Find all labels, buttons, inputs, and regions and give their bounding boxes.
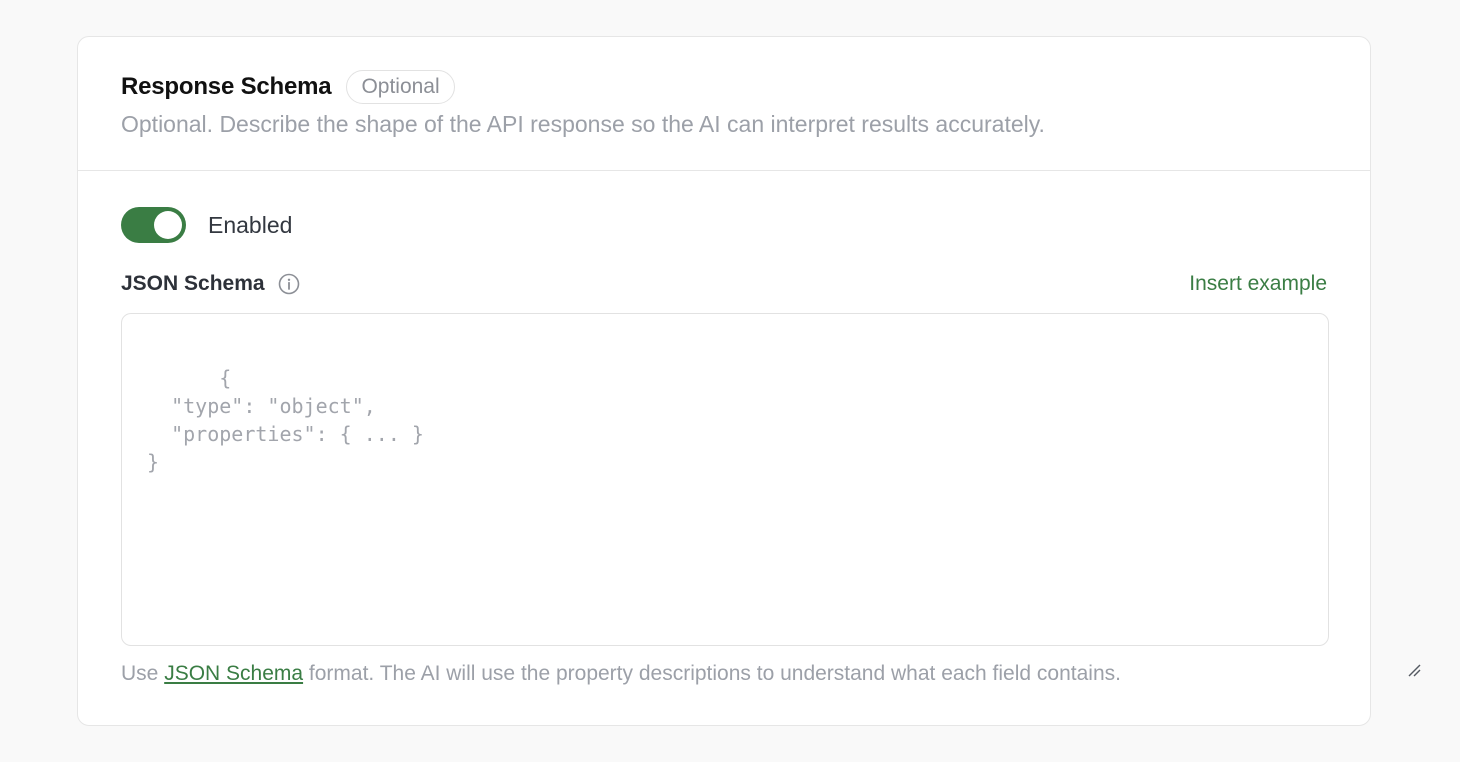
enabled-toggle[interactable] bbox=[121, 207, 186, 243]
helper-text: Use JSON Schema format. The AI will use … bbox=[121, 662, 1327, 686]
schema-label-group: JSON Schema bbox=[121, 272, 300, 296]
card-body: Enabled JSON Schema Insert example { "ty… bbox=[78, 171, 1421, 686]
helper-prefix: Use bbox=[121, 662, 165, 685]
title-row: Response Schema Optional bbox=[121, 69, 1370, 105]
enabled-label: Enabled bbox=[208, 211, 293, 238]
json-schema-textarea[interactable]: { "type": "object", "properties": { ... … bbox=[121, 313, 1421, 677]
enabled-toggle-row: Enabled bbox=[121, 207, 1327, 243]
schema-label-row: JSON Schema Insert example bbox=[121, 269, 1327, 299]
card-header: Response Schema Optional Optional. Descr… bbox=[78, 37, 1370, 171]
insert-example-link[interactable]: Insert example bbox=[1189, 272, 1327, 296]
resize-handle-icon[interactable] bbox=[1311, 628, 1421, 677]
helper-suffix: format. The AI will use the property des… bbox=[303, 662, 1121, 685]
toggle-knob bbox=[154, 211, 182, 239]
json-schema-placeholder: { "type": "object", "properties": { ... … bbox=[147, 366, 424, 474]
schema-field-label: JSON Schema bbox=[121, 272, 265, 295]
section-title: Response Schema bbox=[121, 73, 332, 100]
section-description: Optional. Describe the shape of the API … bbox=[121, 111, 1045, 137]
info-icon[interactable] bbox=[278, 273, 300, 295]
json-schema-link[interactable]: JSON Schema bbox=[164, 662, 303, 685]
response-schema-card: Response Schema Optional Optional. Descr… bbox=[77, 36, 1421, 726]
optional-badge: Optional bbox=[346, 70, 455, 104]
